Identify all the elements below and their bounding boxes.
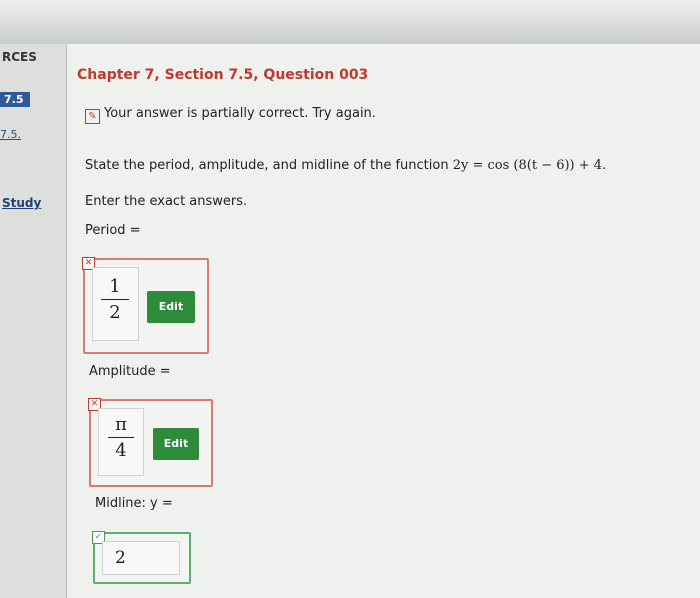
- midline-value: 2: [115, 548, 126, 568]
- sidebar-study-link[interactable]: Study: [2, 196, 41, 210]
- amplitude-denominator: 4: [115, 440, 127, 461]
- amplitude-label: Amplitude =: [89, 364, 171, 379]
- amplitude-edit-button[interactable]: Edit: [153, 428, 199, 460]
- question-prefix: State the period, amplitude, and midline…: [85, 158, 453, 173]
- period-edit-button[interactable]: Edit: [147, 291, 195, 323]
- period-answer-box: ✕ 1 2 Edit: [82, 257, 209, 354]
- status-text: Your answer is partially correct. Try ag…: [104, 106, 376, 121]
- sidebar-section-link[interactable]: 7.5.: [0, 128, 21, 141]
- amplitude-answer-box: ✕ π 4 Edit: [88, 398, 213, 487]
- question-title: Chapter 7, Section 7.5, Question 003: [77, 67, 369, 83]
- instructions: Enter the exact answers.: [85, 194, 248, 209]
- question-panel: Chapter 7, Section 7.5, Question 003 ✎ Yo…: [67, 44, 700, 598]
- amplitude-fraction: π 4: [108, 414, 134, 461]
- period-value-field[interactable]: 1 2: [92, 267, 139, 341]
- answer-status: ✎ Your answer is partially correct. Try a…: [85, 106, 376, 124]
- question-equation: 2y = cos (8(t − 6)) + 4.: [452, 158, 607, 173]
- browser-top-bar: [0, 0, 700, 44]
- pencil-icon: ✎: [85, 109, 100, 124]
- midline-label: Midline: y =: [95, 496, 173, 511]
- period-fraction: 1 2: [101, 276, 129, 323]
- midline-answer-box: ✓ 2: [92, 531, 191, 584]
- period-numerator: 1: [101, 276, 129, 300]
- midline-value-field[interactable]: 2: [102, 541, 180, 575]
- amplitude-value-field[interactable]: π 4: [98, 408, 144, 476]
- period-denominator: 2: [109, 302, 121, 323]
- question-text: State the period, amplitude, and midline…: [85, 158, 606, 173]
- amplitude-numerator: π: [108, 414, 134, 438]
- resources-sidebar: RCES 7.5 7.5. Study: [0, 44, 67, 598]
- sidebar-heading: RCES: [2, 50, 37, 64]
- sidebar-section-pill[interactable]: 7.5: [0, 92, 30, 107]
- period-label: Period =: [85, 223, 141, 238]
